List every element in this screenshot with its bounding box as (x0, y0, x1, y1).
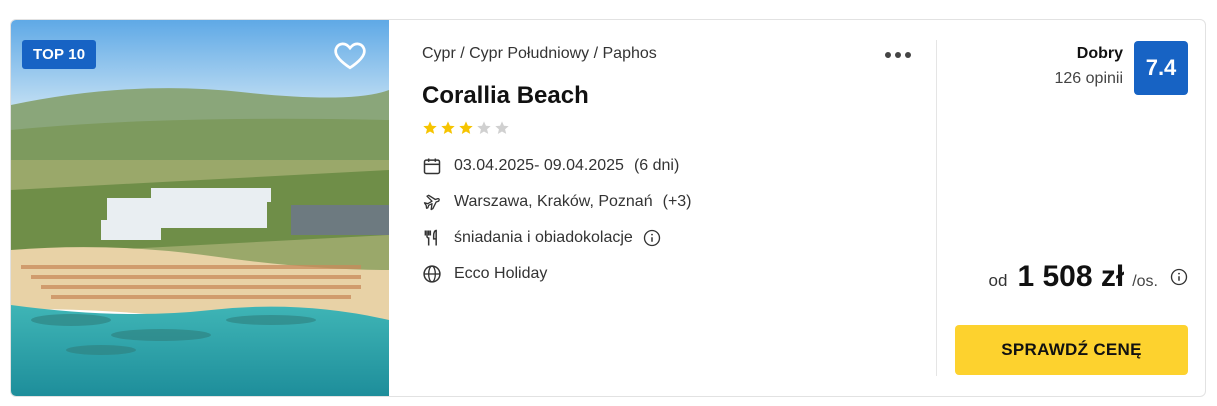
star-icon (441, 121, 455, 134)
departure-cities: Warszawa, Kraków, Poznań (454, 193, 653, 210)
departures-more[interactable]: (+3) (663, 193, 692, 211)
travel-dates: 03.04.2025- 09.04.2025 (454, 157, 624, 174)
top-10-badge: TOP 10 (22, 40, 97, 69)
operator-row: Ecco Holiday (422, 264, 547, 284)
price-info-icon[interactable] (1170, 268, 1188, 286)
heart-outline-icon (334, 42, 366, 70)
rating-label: Dobry (1076, 45, 1123, 62)
offer-card[interactable]: TOP 10 Cypr / Cypr Południowy / Paphos C… (10, 19, 1206, 397)
hotel-photo-image (11, 20, 389, 396)
cutlery-icon (422, 228, 442, 248)
board-type: śniadania i obiadokolacje (454, 229, 633, 246)
dates-row: 03.04.2025- 09.04.2025 (6 dni) (422, 156, 679, 176)
review-count[interactable]: 126 opinii (1055, 70, 1124, 88)
dot-icon (885, 52, 891, 58)
price-amount: 1 508 zł (1017, 260, 1125, 293)
offer-info: Cypr / Cypr Południowy / Paphos Corallia… (422, 20, 942, 396)
departures-row: Warszawa, Kraków, Poznań (+3) (422, 192, 692, 212)
hotel-photo[interactable]: TOP 10 (11, 20, 389, 396)
star-icon (423, 121, 437, 134)
plane-icon (422, 192, 442, 212)
more-options-button[interactable] (885, 48, 915, 62)
travel-duration: (6 dni) (633, 157, 680, 174)
board-row: śniadania i obiadokolacje (422, 228, 661, 248)
rating-score: 7.4 (1134, 41, 1188, 95)
price-block: od 1 508 zł /os. (989, 260, 1188, 294)
price-prefix: od (988, 271, 1008, 290)
hotel-stars (422, 120, 510, 136)
favorite-button[interactable] (332, 37, 368, 73)
star-icon (459, 121, 473, 134)
dot-icon (905, 52, 911, 58)
info-icon[interactable] (643, 229, 661, 247)
star-icon (477, 121, 491, 134)
section-divider (936, 40, 937, 376)
location-breadcrumb[interactable]: Cypr / Cypr Południowy / Paphos (422, 45, 657, 63)
calendar-icon (422, 156, 442, 176)
hotel-name[interactable]: Corallia Beach (422, 82, 589, 110)
dot-icon (895, 52, 901, 58)
globe-icon (422, 264, 442, 284)
check-price-button[interactable]: SPRAWDŹ CENĘ (955, 325, 1188, 375)
price-unit: /os. (1132, 273, 1158, 290)
tour-operator: Ecco Holiday (454, 265, 548, 282)
star-icon (495, 121, 509, 134)
